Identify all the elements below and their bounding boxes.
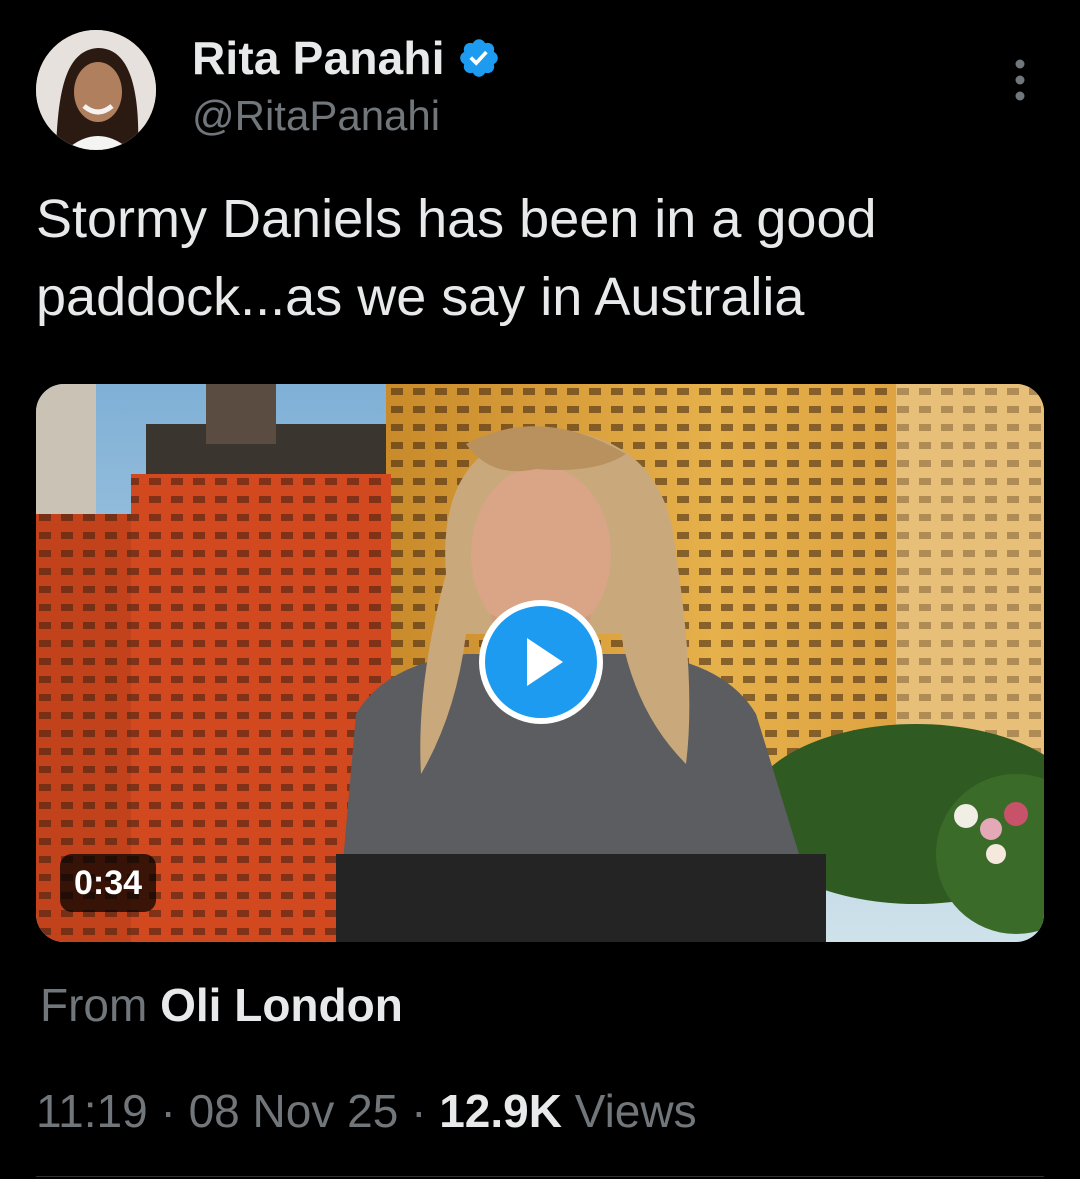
video-source: From Oli London [40, 978, 403, 1032]
play-icon [527, 638, 563, 686]
more-vertical-icon[interactable] [1008, 58, 1032, 102]
verified-badge-icon[interactable] [457, 36, 501, 80]
meta-separator: · [160, 1085, 176, 1137]
views-count[interactable]: 12.9K [439, 1085, 562, 1137]
author-handle[interactable]: @RitaPanahi [192, 92, 440, 140]
tweet-meta: 11:19 · 08 Nov 25 · 12.9K Views [36, 1084, 697, 1138]
author-display-name[interactable]: Rita Panahi [192, 31, 445, 85]
source-prefix: From [40, 979, 148, 1031]
tweet-time[interactable]: 11:19 [36, 1085, 148, 1137]
author-name-row: Rita Panahi [192, 28, 501, 88]
tweet-text: Stormy Daniels has been in a good paddoc… [36, 189, 877, 327]
tweet-date[interactable]: 08 Nov 25 [189, 1085, 399, 1137]
avatar-image [36, 30, 156, 150]
views-label: Views [574, 1085, 697, 1137]
divider [36, 1176, 1044, 1177]
author-avatar[interactable] [36, 30, 156, 150]
tweet-video[interactable]: 0:34 [36, 384, 1044, 942]
video-duration-badge: 0:34 [60, 854, 157, 912]
play-button[interactable] [479, 600, 603, 724]
meta-separator: · [411, 1085, 427, 1137]
source-name-link[interactable]: Oli London [160, 979, 403, 1031]
